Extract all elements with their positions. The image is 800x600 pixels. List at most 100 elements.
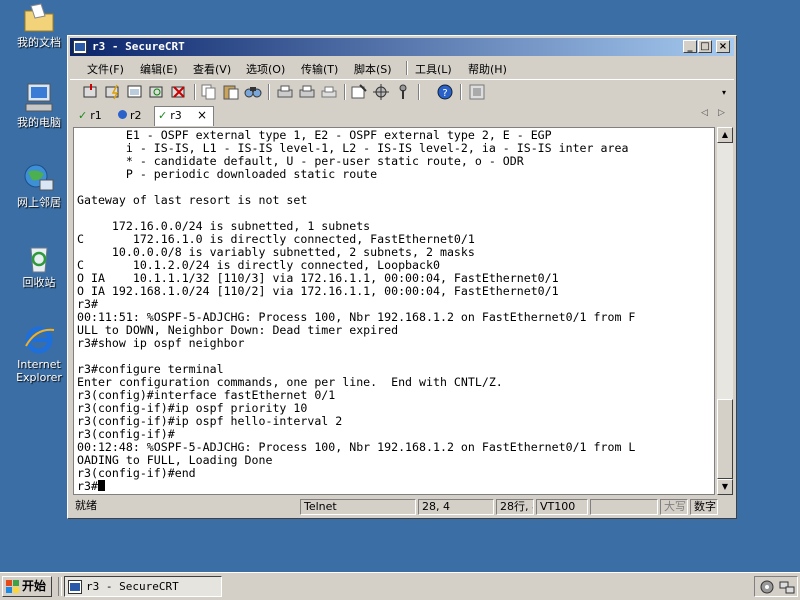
disconnect-icon[interactable] xyxy=(170,83,188,101)
status-terminal-size: 28行, 80列 xyxy=(496,499,534,515)
terminal-line: O IA 192.168.1.0/24 [110/2] via 172.16.1… xyxy=(77,284,559,298)
print-icon[interactable] xyxy=(276,83,294,101)
about-icon[interactable] xyxy=(468,83,486,101)
securecrt-app-icon xyxy=(68,580,82,594)
info-icon xyxy=(118,110,127,119)
tab-label: r3 xyxy=(170,109,182,122)
print-setup-icon[interactable] xyxy=(320,83,338,101)
network-icon xyxy=(24,164,54,191)
desktop-icon-label: 我的电脑 xyxy=(17,116,61,129)
status-protocol: Telnet xyxy=(300,499,416,515)
desktop-icon-label: 回收站 xyxy=(22,276,56,289)
scroll-up-button[interactable]: ▲ xyxy=(717,127,733,143)
tab-label: r1 xyxy=(90,109,102,122)
scroll-down-button[interactable]: ▼ xyxy=(717,479,733,495)
tray-network-icon[interactable] xyxy=(779,579,795,595)
menu-script[interactable]: 脚本(S) xyxy=(354,61,392,77)
desktop-icon-internet-explorer[interactable]: Internet Explorer xyxy=(4,324,74,384)
scroll-thumb[interactable] xyxy=(717,399,733,479)
toolbar-separator xyxy=(460,84,462,100)
tab-r1[interactable]: ✓ r1 xyxy=(78,107,114,124)
window-title: r3 - SecureCRT xyxy=(92,40,185,53)
tab-scroll-right-icon[interactable]: ▷ xyxy=(718,108,725,118)
connect-icon[interactable] xyxy=(82,83,100,101)
toolbar: ? ▾ xyxy=(70,79,734,104)
desktop-icon-recycle-bin[interactable]: 回收站 xyxy=(4,242,74,289)
securecrt-app-icon xyxy=(73,40,87,54)
desktop-icon-label: 我的文档 xyxy=(17,36,61,49)
terminal-prompt-line: r3# xyxy=(77,480,105,493)
securecrt-window: r3 - SecureCRT _ □ × 文件(F) 编辑(E) 查看(V) 选… xyxy=(67,35,737,519)
maximize-button[interactable]: □ xyxy=(698,40,712,53)
menu-help[interactable]: 帮助(H) xyxy=(468,61,507,77)
system-tray xyxy=(754,576,798,597)
statusbar: 就绪 Telnet 28, 4 28行, 80列 VT100 大写 数字 xyxy=(70,498,734,516)
menu-view[interactable]: 查看(V) xyxy=(193,61,231,77)
minimize-button[interactable]: _ xyxy=(683,40,697,53)
tab-r2[interactable]: r2 xyxy=(118,107,154,124)
tab-scroll-left-icon[interactable]: ◁ xyxy=(701,108,708,118)
terminal-line: Gateway of last resort is not set xyxy=(77,193,308,207)
toolbar-separator xyxy=(194,84,196,100)
help-icon[interactable]: ? xyxy=(436,83,454,101)
desktop-icon-my-computer[interactable]: 我的电脑 xyxy=(4,82,74,129)
tray-tool-icon[interactable] xyxy=(759,579,775,595)
status-cursor-position: 28, 4 xyxy=(418,499,494,515)
copy-icon[interactable] xyxy=(200,83,218,101)
taskbar-button-label: r3 - SecureCRT xyxy=(86,580,179,593)
toolbar-separator xyxy=(418,84,420,100)
terminal-scrollbar[interactable]: ▲ ▼ xyxy=(717,127,733,495)
svg-text:?: ? xyxy=(442,88,447,99)
session-options-icon[interactable] xyxy=(350,83,368,101)
reconnect-icon[interactable] xyxy=(148,83,166,101)
tab-r3[interactable]: ✓ r3 × xyxy=(154,106,214,126)
menu-separator xyxy=(406,61,408,75)
menu-edit[interactable]: 编辑(E) xyxy=(140,61,178,77)
tab-label: r2 xyxy=(130,109,142,122)
start-label: 开始 xyxy=(22,579,47,593)
taskbar-separator xyxy=(58,577,62,596)
close-button[interactable]: × xyxy=(716,40,730,53)
window-titlebar[interactable]: r3 - SecureCRT _ □ × xyxy=(70,38,734,56)
folder-icon xyxy=(24,3,54,32)
computer-icon xyxy=(25,83,53,112)
menu-tools[interactable]: 工具(L) xyxy=(415,61,452,77)
desktop-icon-label: 网上邻居 xyxy=(17,196,61,209)
menu-file[interactable]: 文件(F) xyxy=(87,61,124,77)
quick-connect-icon[interactable] xyxy=(104,83,122,101)
global-options-icon[interactable] xyxy=(372,83,390,101)
desktop-icon-network[interactable]: 网上邻居 xyxy=(4,162,74,209)
taskbar-button-securecrt[interactable]: r3 - SecureCRT xyxy=(64,576,222,597)
terminal-area[interactable]: E1 - OSPF external type 1, E2 - OSPF ext… xyxy=(73,127,715,495)
taskbar: 开始 r3 - SecureCRT xyxy=(0,572,800,600)
menubar: 文件(F) 编辑(E) 查看(V) 选项(O) 传输(T) 脚本(S) 工具(L… xyxy=(70,58,734,78)
tab-close-icon[interactable]: × xyxy=(197,107,207,124)
menu-options[interactable]: 选项(O) xyxy=(246,61,285,77)
toolbar-overflow-icon[interactable]: ▾ xyxy=(722,88,726,97)
start-button[interactable]: 开始 xyxy=(2,576,52,597)
paste-icon[interactable] xyxy=(222,83,240,101)
terminal-line: P - periodic downloaded static route xyxy=(77,167,378,181)
windows-logo-icon xyxy=(6,580,19,593)
desktop-icon-my-documents[interactable]: 我的文档 xyxy=(4,2,74,49)
recycle-bin-icon xyxy=(30,247,48,273)
desktop-icon-label: Internet Explorer xyxy=(16,358,62,384)
toolbar-separator xyxy=(344,84,346,100)
status-blank xyxy=(590,499,658,515)
status-caps-lock: 大写 xyxy=(660,499,688,515)
status-ready: 就绪 xyxy=(75,499,97,512)
session-tabbar: ✓ r1 r2 ✓ r3 × ◁ ▷ xyxy=(70,105,734,126)
terminal-prompt: r3# xyxy=(77,479,98,493)
connected-check-icon: ✓ xyxy=(78,109,88,122)
print-selection-icon[interactable] xyxy=(298,83,316,101)
keymap-icon[interactable] xyxy=(394,83,412,101)
connected-check-icon: ✓ xyxy=(158,109,168,122)
connect-in-tab-icon[interactable] xyxy=(126,83,144,101)
status-emulation: VT100 xyxy=(536,499,588,515)
find-icon[interactable] xyxy=(244,83,262,101)
internet-explorer-icon xyxy=(25,326,55,354)
menu-transfer[interactable]: 传输(T) xyxy=(301,61,338,77)
terminal-line: r3#show ip ospf neighbor xyxy=(77,336,245,350)
toolbar-separator xyxy=(268,84,270,100)
status-num-lock: 数字 xyxy=(690,499,718,515)
